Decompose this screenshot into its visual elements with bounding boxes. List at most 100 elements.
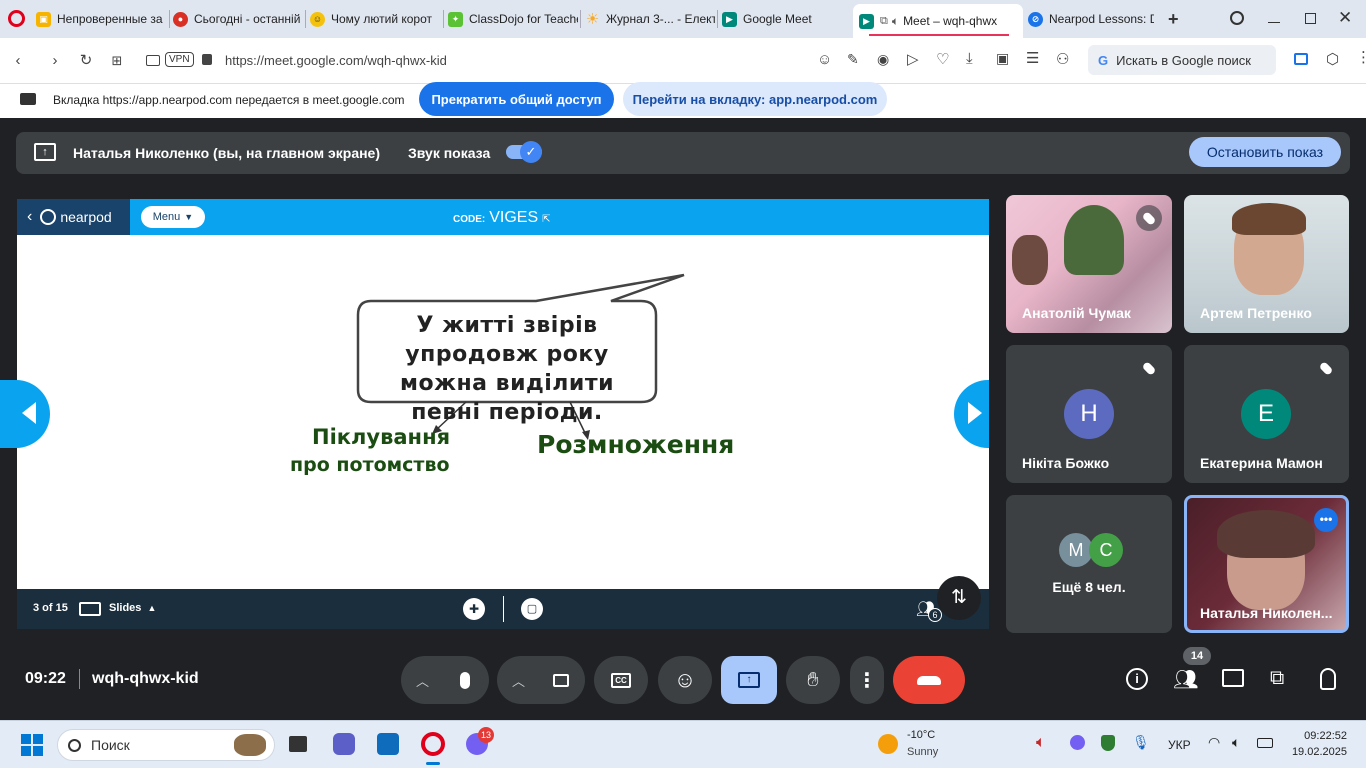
- tab-journal[interactable]: ☀ Журнал 3-... - Елект: [585, 5, 715, 33]
- sun-icon: ☀: [585, 11, 600, 28]
- opera-taskbar-icon[interactable]: [421, 732, 445, 756]
- language-indicator[interactable]: УКР: [1168, 738, 1191, 752]
- opera-logo-icon[interactable]: [8, 10, 25, 27]
- volume-icon[interactable]: 🔈︎: [1232, 734, 1240, 751]
- nearpod-logo[interactable]: ‹ nearpod: [17, 199, 130, 235]
- participant-tile[interactable]: Е Екатерина Мамон: [1184, 345, 1349, 483]
- microphone-button[interactable]: [441, 656, 489, 704]
- battery-icon[interactable]: [1257, 738, 1273, 748]
- new-tab-button[interactable]: +: [1168, 9, 1179, 30]
- taskbar-search[interactable]: Поиск: [57, 729, 275, 761]
- speaker-icon: 🔈︎: [891, 13, 900, 28]
- participant-tile[interactable]: Анатолій Чумак: [1006, 195, 1172, 333]
- forward-icon[interactable]: ›: [46, 52, 64, 70]
- puzzle-button[interactable]: ✚: [463, 598, 485, 620]
- nearpod-icon: ⊘: [1028, 11, 1043, 27]
- stop-sharing-button[interactable]: Прекратить общий доступ: [419, 82, 614, 116]
- emoji-icon[interactable]: ☺: [817, 51, 832, 68]
- audio-options-chevron-icon[interactable]: ︿: [416, 671, 429, 690]
- prev-arrow-icon: [22, 402, 36, 424]
- close-icon[interactable]: ✕: [1338, 8, 1352, 28]
- page-indicator: 3 of 15: [33, 602, 68, 614]
- lock-icon: [202, 54, 212, 65]
- goto-tab-button[interactable]: Перейти на вкладку: app.nearpod.com: [623, 82, 887, 116]
- apps-grid-icon[interactable]: ⊞: [108, 52, 126, 70]
- meeting-time: 09:22: [25, 670, 66, 687]
- presenting-bar: ↑ Наталья Николенко (вы, на главном экра…: [16, 132, 1350, 174]
- clock-time[interactable]: 09:22:52: [1299, 730, 1347, 742]
- store-icon[interactable]: [377, 733, 399, 755]
- wifi-icon[interactable]: ◠: [1208, 734, 1220, 751]
- more-options-icon[interactable]: •••: [1314, 508, 1338, 532]
- mic-off-icon: [1313, 355, 1339, 381]
- security-tray-icon[interactable]: [1101, 735, 1115, 751]
- camera-icon: [146, 55, 160, 66]
- hang-up-icon: [917, 675, 941, 685]
- emoji-icon: ☺: [673, 667, 697, 692]
- more-options-button[interactable]: ⋮: [850, 656, 884, 704]
- meet-icon: ▶: [859, 13, 874, 29]
- present-button[interactable]: ↑: [721, 656, 777, 704]
- heart-icon[interactable]: ♡: [936, 50, 949, 68]
- raise-hand-button[interactable]: ✋︎: [786, 656, 840, 704]
- swap-view-button[interactable]: ⇅: [937, 576, 981, 620]
- back-icon[interactable]: ‹: [9, 52, 27, 70]
- nearpod-footer: 3 of 15 Slides ▲ ✚ ▢ 👥︎ 6: [17, 589, 989, 629]
- branch-left-line2: про потомство: [290, 454, 450, 476]
- speaker-tray-icon[interactable]: 🔈︎: [1036, 734, 1046, 752]
- activities-icon[interactable]: ⧉: [1270, 667, 1284, 690]
- captions-button[interactable]: CC: [594, 656, 648, 704]
- task-view-icon[interactable]: [289, 736, 307, 752]
- captions-icon: CC: [611, 672, 631, 688]
- camera-button[interactable]: [537, 656, 585, 704]
- self-tile[interactable]: ••• Наталья Николен...: [1184, 495, 1349, 633]
- reload-icon[interactable]: ↻: [77, 52, 95, 70]
- easy-setup-icon[interactable]: ☰: [1026, 49, 1039, 67]
- host-controls-icon[interactable]: [1320, 668, 1336, 690]
- tab-google-meet[interactable]: ▶ Google Meet: [722, 5, 850, 33]
- url-text[interactable]: https://meet.google.com/wqh-qhwx-kid: [225, 53, 447, 68]
- tab-nearpod[interactable]: ⊘ Nearpod Lessons: D: [1028, 5, 1154, 33]
- profile-icon[interactable]: ⚇: [1056, 50, 1069, 68]
- tab-meet-active[interactable]: ▶ ⧉ 🔈︎ Meet – wqh-qhwx: [853, 4, 1023, 38]
- tab-classroom[interactable]: ▣ Непроверенные за: [36, 5, 168, 33]
- tab-search-icon[interactable]: [1230, 11, 1244, 25]
- check-icon: ✓: [520, 141, 542, 163]
- leave-call-button[interactable]: [893, 656, 965, 704]
- vpn-badge[interactable]: VPN: [165, 52, 194, 67]
- minimize-icon[interactable]: [1268, 22, 1280, 23]
- menu-dots-icon[interactable]: ⋮: [1356, 48, 1366, 66]
- audio-toggle[interactable]: ✓: [506, 141, 542, 163]
- player-icon[interactable]: ▣: [996, 50, 1009, 67]
- participant-tile[interactable]: Артем Петренко: [1184, 195, 1349, 333]
- chat-icon[interactable]: [1222, 669, 1244, 687]
- google-search-box[interactable]: G Искать в Google поиск: [1088, 45, 1276, 75]
- send-icon[interactable]: ▷: [907, 50, 919, 68]
- people-icon[interactable]: 👥︎: [1173, 667, 1198, 692]
- tab-smiley[interactable]: ☺ Чому лютий корот: [310, 5, 441, 33]
- slides-toggle[interactable]: Slides ▲: [109, 602, 156, 614]
- restore-icon[interactable]: [1305, 13, 1316, 24]
- weather-temp[interactable]: -10°C: [907, 729, 935, 741]
- edit-icon[interactable]: ✎: [847, 51, 859, 68]
- emoji-reaction-button[interactable]: ☺: [658, 656, 712, 704]
- tab-classdojo[interactable]: ✦ ClassDojo for Teache: [448, 5, 578, 33]
- windows-start-icon[interactable]: [21, 734, 43, 756]
- viber-tray-icon[interactable]: [1070, 735, 1085, 750]
- nearpod-menu-button[interactable]: Menu ▼: [141, 206, 205, 228]
- snapshot-icon[interactable]: ◉: [877, 51, 889, 68]
- info-icon[interactable]: i: [1126, 668, 1148, 690]
- video-options-chevron-icon[interactable]: ︿: [512, 671, 525, 690]
- extensions-icon[interactable]: ⬡: [1326, 50, 1339, 68]
- share-message: Вкладка https://app.nearpod.com передает…: [53, 93, 405, 107]
- download-icon[interactable]: ⤓: [966, 50, 973, 67]
- tab-news[interactable]: ● Сьогодні - останній: [173, 5, 303, 33]
- mic-tray-icon[interactable]: 🎙︎: [1132, 734, 1150, 751]
- stop-presenting-button[interactable]: Остановить показ: [1189, 137, 1341, 167]
- notes-button[interactable]: ▢: [521, 598, 543, 620]
- news-icon: ●: [173, 11, 188, 27]
- sidebar-icon[interactable]: [1294, 53, 1308, 65]
- chat-app-icon[interactable]: [333, 733, 355, 755]
- more-participants-tile[interactable]: М С Ещё 8 чел.: [1006, 495, 1172, 633]
- participant-tile[interactable]: Н Нікіта Божко: [1006, 345, 1172, 483]
